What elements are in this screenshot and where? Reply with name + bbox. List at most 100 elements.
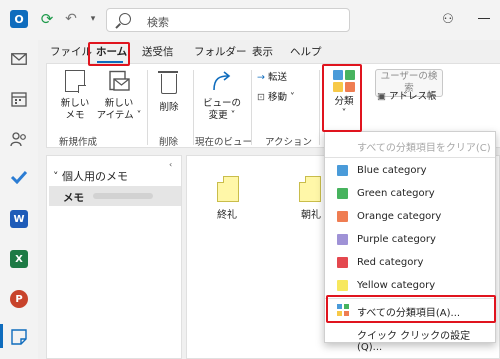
tab-view[interactable]: 表示 <box>252 44 273 59</box>
active-rail-indicator <box>0 324 3 348</box>
category-color-swatch <box>337 280 348 291</box>
search-icon <box>119 13 131 25</box>
minimize-icon[interactable] <box>478 18 490 19</box>
new-item-button[interactable]: 新しい アイテム ˅ <box>95 70 143 122</box>
menu-item-label: Purple category <box>357 234 436 245</box>
category-color-swatch <box>337 257 348 268</box>
forward-button[interactable]: → 転送 <box>257 72 313 84</box>
category-color-swatch <box>337 211 348 222</box>
address-book-label: アドレス帳 <box>389 91 437 102</box>
move-label: 移動 ˅ <box>268 92 295 103</box>
note-item-title[interactable]: 終礼 <box>217 206 237 221</box>
calendar-icon[interactable] <box>8 88 30 110</box>
categorize-icon <box>333 70 355 92</box>
quick-access-caret-icon[interactable]: ▾ <box>84 10 102 28</box>
redacted-count <box>93 193 153 199</box>
new-note-label-1: 新しい <box>60 98 90 109</box>
categorize-button[interactable]: 分類 ˅ <box>327 70 361 120</box>
people-icon[interactable] <box>8 128 30 150</box>
menu-item-all-categories[interactable]: すべての分類項目(A)... <box>325 299 495 321</box>
group-divider <box>193 70 194 145</box>
menu-separator <box>325 157 495 158</box>
menu-item-label: Blue category <box>357 165 427 176</box>
todo-check-icon[interactable] <box>8 166 30 188</box>
notes-icon[interactable] <box>8 326 30 348</box>
move-icon: ⊡ <box>257 92 265 103</box>
trash-icon <box>157 71 181 98</box>
address-book-icon: ▣ <box>377 91 386 102</box>
group-label-new: 新規作成 <box>59 137 98 148</box>
new-item-icon <box>107 70 131 94</box>
all-categories-icon <box>337 304 349 316</box>
category-color-swatch <box>337 234 348 245</box>
note-item-icon[interactable] <box>299 176 321 202</box>
tab-help[interactable]: ヘルプ <box>290 44 322 59</box>
change-view-label-2: 変更 ˅ <box>208 110 236 121</box>
ribbon-tab-bar: ファイル ホーム 送受信 フォルダー 表示 ヘルプ <box>38 40 500 62</box>
folder-section-title: 個人用のメモ <box>62 170 128 183</box>
collapse-pane-icon[interactable]: ‹ <box>169 160 172 169</box>
word-icon[interactable]: W <box>10 210 28 228</box>
outlook-logo-icon: O <box>10 10 28 28</box>
menu-item-label: すべての分類項目(A)... <box>357 308 461 319</box>
menu-item-yellow-category[interactable]: Yellow category <box>325 275 495 297</box>
category-color-swatch <box>337 188 348 199</box>
new-note-button[interactable]: 新しい メモ <box>55 70 95 122</box>
change-view-icon <box>210 70 234 94</box>
menu-item-green-category[interactable]: Green category <box>325 183 495 205</box>
new-item-label-2: アイテム ˅ <box>96 110 142 121</box>
folder-section-header[interactable]: ˅ 個人用のメモ <box>53 168 128 184</box>
new-note-label-2: メモ <box>65 110 85 121</box>
folder-item-notes[interactable]: メモ <box>49 186 181 206</box>
menu-item-clear-all[interactable]: すべての分類項目をクリア(C) <box>325 134 495 156</box>
address-book-button[interactable]: ▣ アドレス帳 <box>377 91 447 103</box>
menu-item-label: Yellow category <box>357 280 436 291</box>
menu-item-quick-click[interactable]: クイック クリックの設定(Q)... <box>325 322 495 353</box>
folder-pane: ‹ ˅ 個人用のメモ メモ <box>46 155 182 359</box>
tab-home[interactable]: ホーム <box>96 44 127 59</box>
tab-folder[interactable]: フォルダー <box>194 44 247 59</box>
note-item-title[interactable]: 朝礼 <box>301 206 321 221</box>
group-divider <box>319 70 320 145</box>
delete-label: 削除 <box>159 102 179 113</box>
account-icon[interactable]: ⚇ <box>438 9 458 29</box>
title-bar: O ⟳ ↶ ▾ 検索 ⚇ <box>0 0 500 40</box>
search-placeholder: 検索 <box>147 16 169 29</box>
menu-item-label: すべての分類項目をクリア(C) <box>357 143 491 154</box>
note-icon <box>63 70 87 94</box>
group-label-delete: 削除 <box>159 137 179 148</box>
menu-item-label: Green category <box>357 188 435 199</box>
note-item-icon[interactable] <box>217 176 239 202</box>
chevron-down-icon: ˅ <box>341 108 347 119</box>
search-input[interactable]: 検索 <box>106 8 350 32</box>
change-view-label-1: ビューの <box>202 98 241 109</box>
forward-label: 転送 <box>268 72 288 83</box>
menu-item-red-category[interactable]: Red category <box>325 252 495 274</box>
undo-icon[interactable]: ↶ <box>62 10 80 28</box>
menu-item-label: クイック クリックの設定(Q)... <box>357 331 471 353</box>
menu-item-label: Red category <box>357 257 424 268</box>
categorize-label: 分類 <box>334 96 354 107</box>
categorize-menu: すべての分類項目をクリア(C) Blue category Green cate… <box>324 131 496 353</box>
move-button[interactable]: ⊡ 移動 ˅ <box>257 92 313 104</box>
app-rail: W X P <box>0 40 38 359</box>
tab-file[interactable]: ファイル <box>50 44 92 59</box>
menu-item-label: Orange category <box>357 211 442 222</box>
menu-item-blue-category[interactable]: Blue category <box>325 160 495 182</box>
chevron-down-icon: ˅ <box>53 170 59 183</box>
new-item-label-1: 新しい <box>104 98 134 109</box>
category-color-swatch <box>337 165 348 176</box>
tab-send-receive[interactable]: 送受信 <box>142 44 174 59</box>
mail-icon[interactable] <box>8 48 30 70</box>
send-receive-icon[interactable]: ⟳ <box>38 10 56 28</box>
group-label-actions: アクション <box>265 137 313 148</box>
forward-icon: → <box>257 72 265 83</box>
powerpoint-icon[interactable]: P <box>10 290 28 308</box>
group-label-current-view: 現在のビュー <box>195 137 253 148</box>
menu-item-purple-category[interactable]: Purple category <box>325 229 495 251</box>
excel-icon[interactable]: X <box>10 250 28 268</box>
delete-button[interactable]: 削除 <box>151 70 187 114</box>
group-divider <box>147 70 148 145</box>
menu-item-orange-category[interactable]: Orange category <box>325 206 495 228</box>
change-view-button[interactable]: ビューの 変更 ˅ <box>197 70 247 122</box>
